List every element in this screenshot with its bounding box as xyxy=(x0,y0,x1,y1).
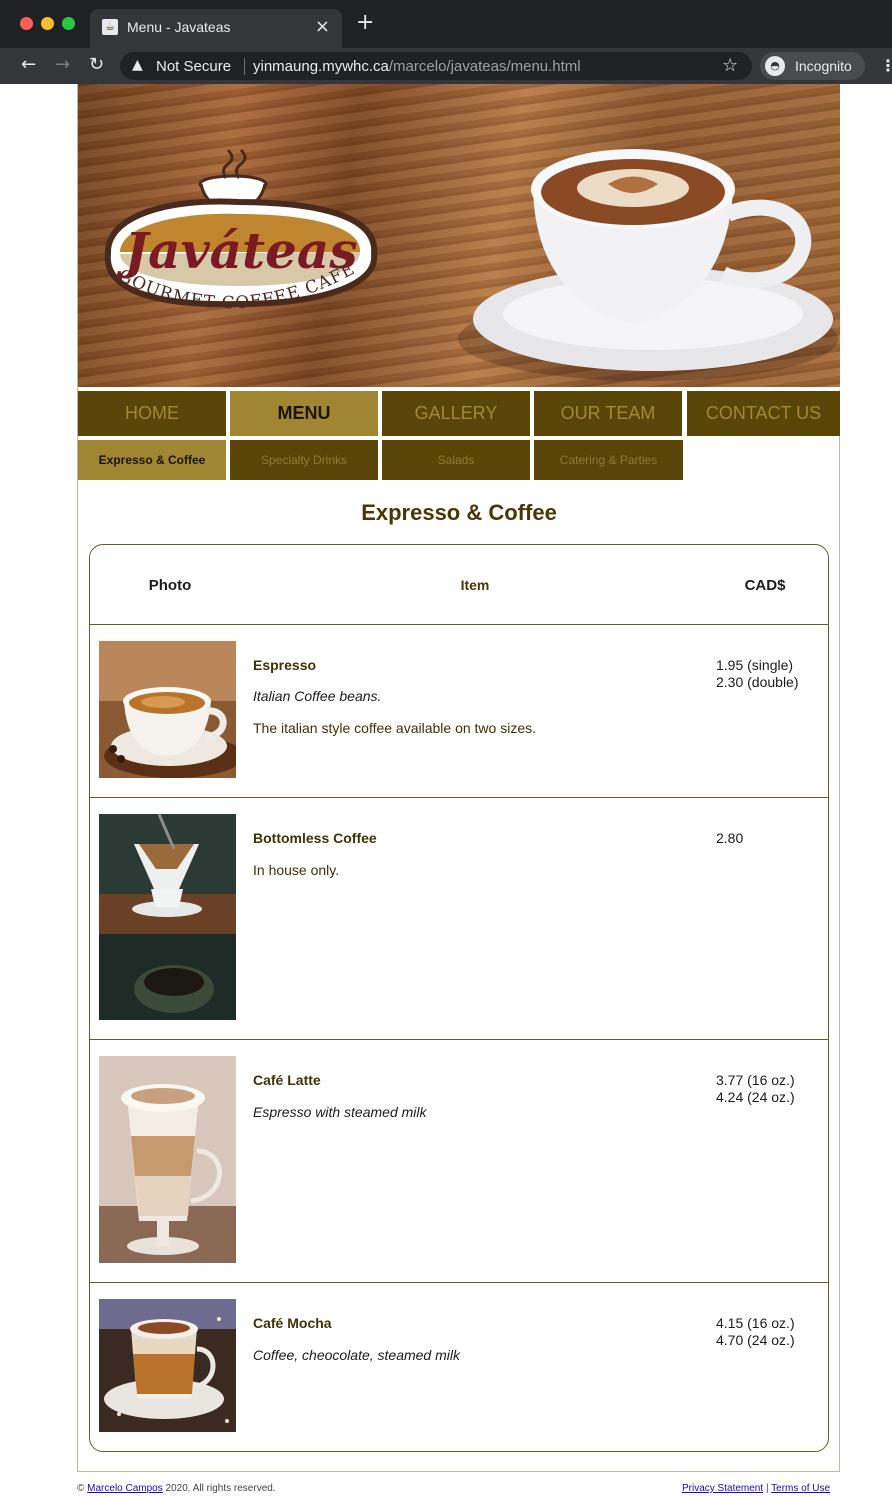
privacy-statement-link[interactable]: Privacy Statement xyxy=(682,1483,763,1494)
subnav-expresso-coffee[interactable]: Expresso & Coffee xyxy=(78,440,226,480)
url-path: /marcelo/javateas/menu.html xyxy=(388,58,581,75)
item-name: Café Mocha xyxy=(253,1315,332,1331)
price-option: 2.80 xyxy=(716,830,744,846)
page-container: Javáteas GOURMET COFFEE CAFE HOME MENU G… xyxy=(77,84,840,1472)
item-description: In house only. xyxy=(253,862,340,878)
item-price: 3.77 (16 oz.) 4.24 (24 oz.) xyxy=(716,1072,795,1106)
table-row: Bottomless Coffee In house only. 2.80 xyxy=(90,798,828,1039)
forward-arrow-icon[interactable]: → xyxy=(55,54,70,75)
browser-toolbar: ← → ↻ ▲ Not Secure yinmaung.mywhc.ca/mar… xyxy=(0,48,892,84)
url-host: yinmaung.mywhc.ca xyxy=(253,58,389,75)
table-row: Café Mocha Coffee, cheocolate, steamed m… xyxy=(90,1283,828,1451)
nav-gallery[interactable]: GALLERY xyxy=(382,391,530,436)
header-photo: Photo xyxy=(148,577,192,594)
footer-links: Privacy Statement | Terms of Use xyxy=(682,1483,830,1494)
nav-home[interactable]: HOME xyxy=(78,391,226,436)
price-option: 1.95 (single) xyxy=(716,657,794,673)
subnav-salads[interactable]: Salads xyxy=(382,440,530,480)
author-link[interactable]: Marcelo Campos xyxy=(87,1483,163,1494)
price-option: 2.30 (double) xyxy=(716,674,799,690)
url-text[interactable]: yinmaung.mywhc.ca/marcelo/javateas/menu.… xyxy=(253,58,581,75)
footer-separator: | xyxy=(765,1483,769,1494)
coffee-cup-image xyxy=(458,149,838,381)
section-title: Expresso & Coffee xyxy=(361,500,557,525)
item-name: Bottomless Coffee xyxy=(253,830,377,846)
price-option: 4.24 (24 oz.) xyxy=(716,1089,795,1105)
item-description: Espresso with steamed milk xyxy=(253,1104,427,1120)
tab-title: Menu - Javateas xyxy=(127,19,231,35)
header-price: CAD$ xyxy=(744,577,786,594)
close-icon[interactable]: × xyxy=(315,16,330,37)
browser-menu-icon[interactable]: ⋮ xyxy=(880,56,892,75)
nav-menu[interactable]: MENU xyxy=(230,391,378,436)
price-option: 3.77 (16 oz.) xyxy=(716,1072,795,1088)
window-minimize-button[interactable] xyxy=(41,17,54,30)
warning-icon[interactable]: ▲ xyxy=(132,57,143,73)
new-tab-button[interactable]: + xyxy=(356,12,374,34)
item-description: Italian Coffee beans. xyxy=(253,688,382,704)
window-zoom-button[interactable] xyxy=(62,17,75,30)
sub-nav: Expresso & Coffee Specialty Drinks Salad… xyxy=(78,440,840,480)
price-option: 4.70 (24 oz.) xyxy=(716,1332,795,1348)
item-name: Café Latte xyxy=(253,1072,321,1088)
item-price: 2.80 xyxy=(716,830,743,847)
subnav-catering-parties[interactable]: Catering & Parties xyxy=(534,440,683,480)
footer-copyright: © Marcelo Campos 2020. All rights reserv… xyxy=(77,1483,276,1494)
javateas-logo: Javáteas GOURMET COFFEE CAFE xyxy=(104,148,378,313)
cafe-mocha-photo xyxy=(99,1299,236,1432)
item-description: Coffee, cheocolate, steamed milk xyxy=(253,1347,460,1363)
price-option: 4.15 (16 oz.) xyxy=(716,1315,795,1331)
table-row: Espresso Italian Coffee beans. The itali… xyxy=(90,625,828,797)
incognito-badge[interactable]: ◓ Incognito xyxy=(760,52,865,80)
cafe-latte-photo xyxy=(99,1056,236,1263)
subnav-specialty-drinks[interactable]: Specialty Drinks xyxy=(230,440,378,480)
reload-icon[interactable]: ↻ xyxy=(89,54,104,75)
nav-our-team[interactable]: OUR TEAM xyxy=(534,391,682,436)
item-name: Espresso xyxy=(253,657,317,673)
terms-of-use-link[interactable]: Terms of Use xyxy=(771,1483,830,1494)
item-description: The italian style coffee available on tw… xyxy=(253,720,537,736)
item-price: 4.15 (16 oz.) 4.70 (24 oz.) xyxy=(716,1315,795,1349)
incognito-icon: ◓ xyxy=(765,56,785,76)
header-item: Item xyxy=(460,577,490,593)
item-price: 1.95 (single) 2.30 (double) xyxy=(716,657,799,691)
nav-contact-us[interactable]: CONTACT US xyxy=(687,391,840,436)
window-close-button[interactable] xyxy=(20,17,33,30)
address-separator xyxy=(244,58,245,75)
browser-tab-active[interactable]: ☕ Menu - Javateas × xyxy=(90,9,342,48)
espresso-photo xyxy=(99,641,236,778)
bottomless-coffee-photo xyxy=(99,814,236,1020)
rights-text: 2020. All rights reserved. xyxy=(165,1483,276,1494)
menu-table: Photo Item CAD$ Espresso Italian Coffee … xyxy=(89,544,829,1452)
bookmark-star-icon[interactable]: ☆ xyxy=(722,55,738,76)
hero-divider xyxy=(78,387,840,390)
not-secure-label[interactable]: Not Secure xyxy=(156,58,231,75)
back-arrow-icon[interactable]: ← xyxy=(21,54,36,75)
browser-tab-bar: ☕ Menu - Javateas × + xyxy=(0,0,892,48)
copyright-symbol: © xyxy=(77,1483,85,1494)
incognito-label: Incognito xyxy=(795,58,852,74)
main-nav: HOME MENU GALLERY OUR TEAM CONTACT US xyxy=(78,391,840,436)
table-row: Café Latte Espresso with steamed milk 3.… xyxy=(90,1040,828,1282)
logo-brand-text: Javáteas xyxy=(117,221,358,280)
coffee-cup-icon: ☕ xyxy=(102,19,118,35)
hero-banner: Javáteas GOURMET COFFEE CAFE xyxy=(78,84,840,387)
address-bar[interactable]: ▲ Not Secure yinmaung.mywhc.ca/marcelo/j… xyxy=(120,52,752,80)
